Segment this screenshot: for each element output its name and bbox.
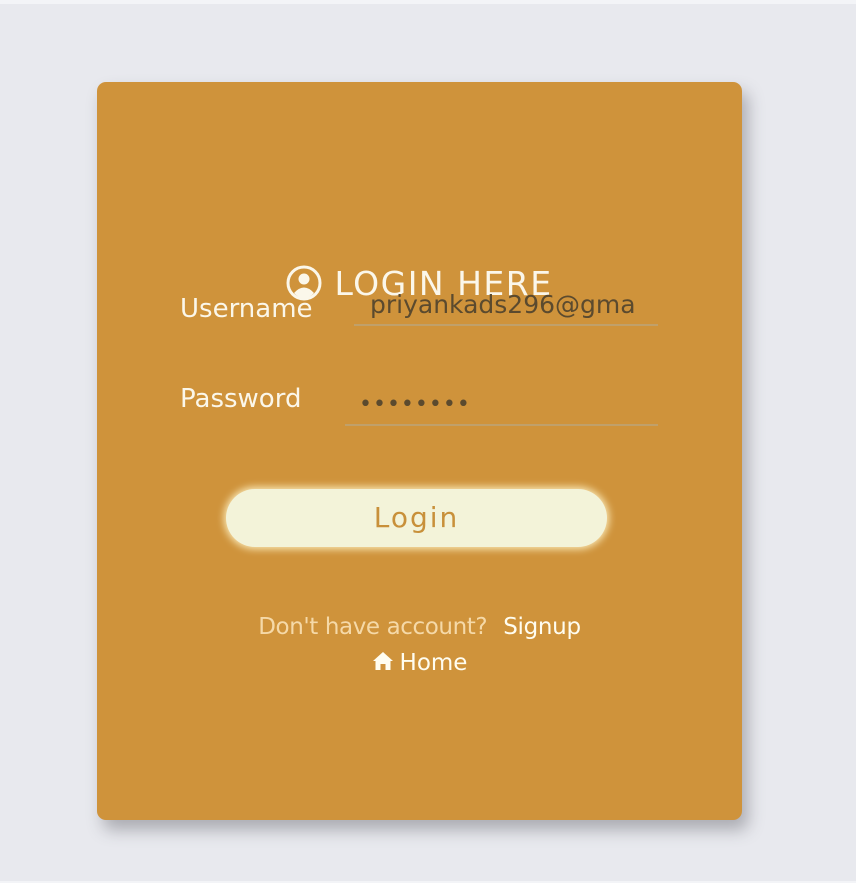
home-link[interactable]: Home (97, 648, 742, 678)
home-link-label: Home (399, 650, 468, 676)
login-button[interactable]: Login (226, 489, 607, 547)
signup-link[interactable]: Signup (503, 614, 581, 640)
top-border (0, 0, 856, 4)
signup-prompt: Don't have account? Signup (97, 612, 742, 642)
password-label: Password (180, 384, 302, 414)
password-input[interactable]: •••••••• (345, 388, 658, 426)
login-card: LOGIN HERE Username priyankads296@gma Pa… (97, 82, 742, 820)
home-icon (372, 650, 394, 672)
username-label: Username (180, 294, 313, 324)
username-input[interactable]: priyankads296@gma (354, 288, 658, 326)
signup-prompt-text: Don't have account? (258, 614, 488, 640)
